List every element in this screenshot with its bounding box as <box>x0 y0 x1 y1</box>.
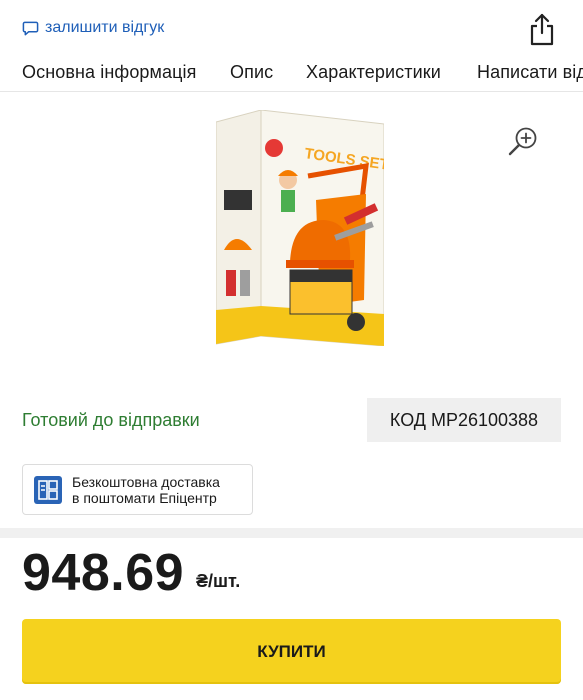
tab-main-info[interactable]: Основна інформація <box>22 62 196 83</box>
zoom-in-icon[interactable] <box>508 126 538 156</box>
buy-button[interactable]: КУПИТИ <box>22 619 561 684</box>
leave-review-label: залишити відгук <box>45 19 165 36</box>
chat-bubble-icon <box>22 21 39 35</box>
section-divider <box>0 528 583 538</box>
delivery-line-1: Безкоштовна доставка <box>72 473 220 490</box>
free-delivery-badge[interactable]: Безкоштовна доставка в поштомати Епіцент… <box>22 464 253 515</box>
product-image[interactable]: TOOLS SET <box>216 110 384 346</box>
leave-review-link[interactable]: залишити відгук <box>22 19 164 37</box>
share-icon[interactable] <box>527 12 557 46</box>
delivery-line-2: в поштомати Епіцентр <box>72 489 217 506</box>
tab-description[interactable]: Опис <box>230 62 273 83</box>
top-bar: залишити відгук <box>0 0 583 58</box>
price-value: 948.69 <box>22 544 185 602</box>
product-code-text: КОД MP26100388 <box>389 409 539 430</box>
parcel-locker-icon <box>34 475 62 504</box>
price-unit: ₴/шт. <box>196 571 241 591</box>
product-gallery: TOOLS SET <box>0 92 583 382</box>
tab-characteristics[interactable]: Характеристики <box>306 62 441 83</box>
product-code: КОД MP26100388 <box>367 398 561 442</box>
product-tabs: Основна інформація Опис Характеристики Н… <box>0 58 583 92</box>
tab-write-review[interactable]: Написати відгук <box>477 62 583 83</box>
delivery-text: Безкоштовна доставка в поштомати Епіцент… <box>72 474 220 506</box>
availability-status: Готовий до відправки <box>22 410 200 430</box>
